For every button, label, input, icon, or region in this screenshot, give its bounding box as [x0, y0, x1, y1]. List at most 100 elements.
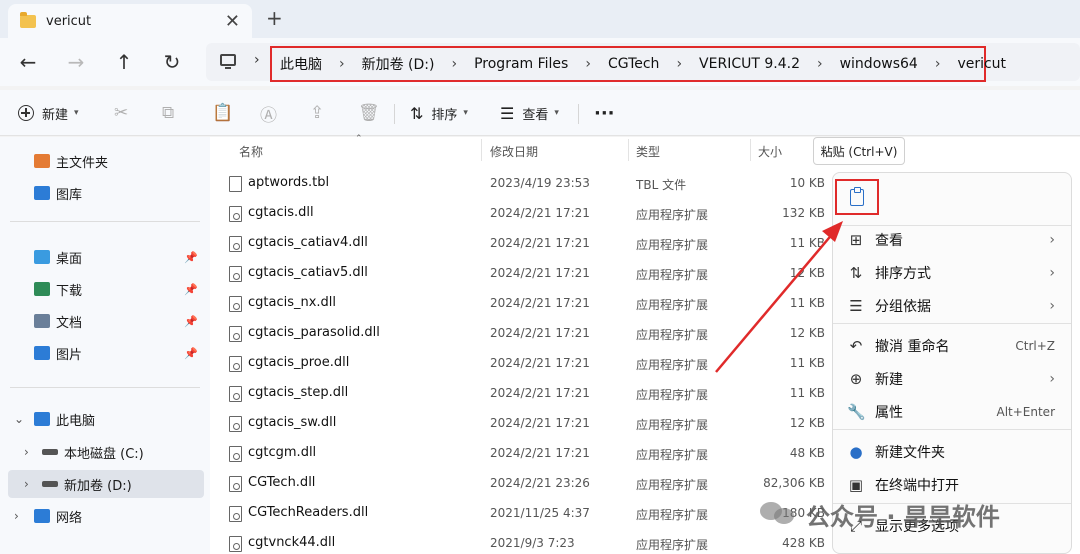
copy-icon[interactable]: ⧉	[162, 102, 174, 124]
menu-item-properties[interactable]: 🔧 属性 Alt+Enter	[833, 397, 1071, 427]
pin-icon[interactable]: 📌	[184, 251, 198, 264]
column-header-date[interactable]: 修改日期	[490, 143, 538, 160]
rename-icon[interactable]: Ⓐ	[260, 102, 277, 126]
sidebar-item-drive-d[interactable]: › 新加卷 (D:)	[8, 470, 204, 498]
sort-button[interactable]: ⇅ 排序 ▾	[410, 102, 468, 124]
forward-button[interactable]: →	[62, 48, 90, 76]
dll-file-icon	[229, 206, 242, 222]
breadcrumb-item[interactable]: windows64	[840, 56, 918, 72]
close-icon[interactable]: ✕	[225, 11, 240, 32]
breadcrumb-item[interactable]: vericut	[957, 56, 1006, 72]
menu-item-new-folder[interactable]: ● 新建文件夹	[833, 437, 1071, 467]
file-name: cgtacis_proe.dll	[248, 355, 350, 370]
delete-icon[interactable]: 🗑	[358, 102, 380, 124]
chevron-right-icon[interactable]: ›	[254, 52, 260, 68]
dll-file-icon	[229, 446, 242, 462]
chevron-right-icon[interactable]: ›	[935, 56, 941, 72]
breadcrumb-item[interactable]: CGTech	[608, 56, 659, 72]
sidebar-item-pictures[interactable]: 图片 📌	[8, 339, 204, 367]
back-button[interactable]: ←	[14, 48, 42, 76]
table-row[interactable]: cgtacis_catiav5.dll 2024/2/21 17:21 应用程序扩展…	[220, 259, 840, 289]
column-header-name[interactable]: 名称	[239, 143, 263, 160]
paste-icon[interactable]: 📋	[212, 102, 233, 124]
terminal-icon: ▣	[848, 476, 864, 494]
file-size: 132 KB	[782, 206, 825, 220]
file-size: 48 KB	[789, 446, 825, 460]
wrench-icon: 🔧	[847, 403, 866, 421]
chevron-right-icon: ›	[1049, 232, 1055, 248]
view-button[interactable]: ☰ 查看 ▾	[500, 102, 559, 124]
sidebar-item-downloads[interactable]: 下载 📌	[8, 275, 204, 303]
file-icon	[229, 176, 242, 192]
table-row[interactable]: cgtacis_proe.dll 2024/2/21 17:21 应用程序扩展 11 …	[220, 349, 840, 379]
sidebar-item-this-pc[interactable]: ⌄ 此电脑	[8, 405, 204, 433]
chevron-right-icon[interactable]: ›	[24, 445, 29, 459]
menu-item-sort-by[interactable]: ⇅ 排序方式 ›	[833, 258, 1071, 288]
more-options-icon[interactable]: ···	[594, 102, 615, 124]
table-row[interactable]: cgtacis_catiav4.dll 2024/2/21 17:21 应用程序扩展…	[220, 229, 840, 259]
column-header-size[interactable]: 大小	[758, 143, 782, 160]
breadcrumb-item[interactable]: VERICUT 9.4.2	[699, 56, 800, 72]
column-header-type[interactable]: 类型	[636, 143, 660, 160]
table-row[interactable]: cgtacis_step.dll 2024/2/21 17:21 应用程序扩展 11 …	[220, 379, 840, 409]
file-name: cgtvnck44.dll	[248, 535, 336, 550]
table-row[interactable]: CGTech.dll 2024/2/21 23:26 应用程序扩展 82,306 KB	[220, 469, 840, 499]
menu-item-view[interactable]: ⊞ 查看 ›	[833, 225, 1071, 255]
sidebar-item-drive-c[interactable]: › 本地磁盘 (C:)	[8, 438, 204, 466]
sidebar-item-home[interactable]: 主文件夹	[8, 147, 204, 175]
file-date: 2024/2/21 17:21	[490, 266, 590, 280]
file-name: CGTechReaders.dll	[248, 505, 369, 520]
pin-icon[interactable]: 📌	[184, 283, 198, 296]
menu-item-label: 新建文件夹	[875, 445, 945, 461]
pin-icon[interactable]: 📌	[184, 347, 198, 360]
file-type: 应用程序扩展	[636, 538, 709, 552]
sidebar-item-network[interactable]: › 网络	[8, 502, 204, 530]
paste-icon	[850, 186, 864, 206]
pin-icon[interactable]: 📌	[184, 315, 198, 328]
menu-item-undo-rename[interactable]: ↶ 撤消 重命名 Ctrl+Z	[833, 331, 1071, 361]
menu-item-new[interactable]: ⊕ 新建 ›	[833, 364, 1071, 394]
menu-item-label: 撤消 重命名	[875, 339, 950, 355]
table-row[interactable]: cgtvnck44.dll 2021/9/3 7:23 应用程序扩展 428 KB	[220, 529, 840, 554]
file-size: 12 KB	[789, 416, 825, 430]
chevron-right-icon[interactable]: ›	[24, 477, 29, 491]
table-row[interactable]: cgtcgm.dll 2024/2/21 17:21 应用程序扩展 48 KB	[220, 439, 840, 469]
new-tab-button[interactable]: +	[266, 6, 283, 30]
tab-vericut[interactable]: vericut ✕	[8, 4, 252, 38]
sidebar-item-desktop[interactable]: 桌面 📌	[8, 243, 204, 271]
breadcrumb-item[interactable]: 此电脑	[280, 54, 322, 74]
file-date: 2023/4/19 23:53	[490, 176, 590, 190]
chevron-right-icon[interactable]: ›	[14, 509, 19, 523]
sidebar-item-documents[interactable]: 文档 📌	[8, 307, 204, 335]
sidebar-item-gallery[interactable]: 图库	[8, 179, 204, 207]
table-row[interactable]: cgtacis.dll 2024/2/21 17:21 应用程序扩展 132 KB	[220, 199, 840, 229]
command-bar: 新建 ▾ ✂ ⧉ 📋 Ⓐ ⇪ 🗑 ⇅ 排序 ▾ ☰ 查看 ▾ ···	[0, 90, 1080, 136]
chevron-right-icon[interactable]: ›	[585, 56, 591, 72]
address-bar[interactable]: › 此电脑 › 新加卷 (D:) › Program Files › CGTec…	[206, 43, 1080, 82]
paste-tooltip: 粘贴 (Ctrl+V)	[813, 137, 905, 165]
breadcrumb-item[interactable]: Program Files	[474, 56, 568, 72]
chevron-down-icon[interactable]: ⌄	[14, 412, 24, 426]
table-row[interactable]: aptwords.tbl 2023/4/19 23:53 TBL 文件 10 KB	[220, 169, 840, 199]
chevron-right-icon[interactable]: ›	[817, 56, 823, 72]
paste-button[interactable]	[835, 179, 879, 215]
menu-item-group-by[interactable]: ☰ 分组依据 ›	[833, 291, 1071, 321]
chevron-right-icon[interactable]: ›	[676, 56, 682, 72]
up-button[interactable]: ↑	[110, 48, 138, 76]
table-row[interactable]: cgtacis_nx.dll 2024/2/21 17:21 应用程序扩展 11 KB	[220, 289, 840, 319]
file-size: 11 KB	[789, 236, 825, 250]
new-button[interactable]: 新建 ▾	[18, 102, 79, 124]
sort-label: 排序	[431, 107, 458, 123]
table-row[interactable]: CGTechReaders.dll 2021/11/25 4:37 应用程序扩展 18…	[220, 499, 840, 529]
table-row[interactable]: cgtacis_parasolid.dll 2024/2/21 17:21 应用程序…	[220, 319, 840, 349]
refresh-button[interactable]: ↻	[158, 48, 186, 76]
chevron-right-icon[interactable]: ›	[451, 56, 457, 72]
cut-icon[interactable]: ✂	[114, 102, 128, 124]
file-date: 2021/9/3 7:23	[490, 536, 575, 550]
table-row[interactable]: cgtacis_sw.dll 2024/2/21 17:21 应用程序扩展 12 KB	[220, 409, 840, 439]
chevron-right-icon[interactable]: ›	[339, 56, 345, 72]
breadcrumb-item[interactable]: 新加卷 (D:)	[362, 54, 435, 74]
file-type: 应用程序扩展	[636, 358, 709, 372]
share-icon[interactable]: ⇪	[310, 102, 324, 124]
chevron-right-icon: ›	[1049, 298, 1055, 314]
